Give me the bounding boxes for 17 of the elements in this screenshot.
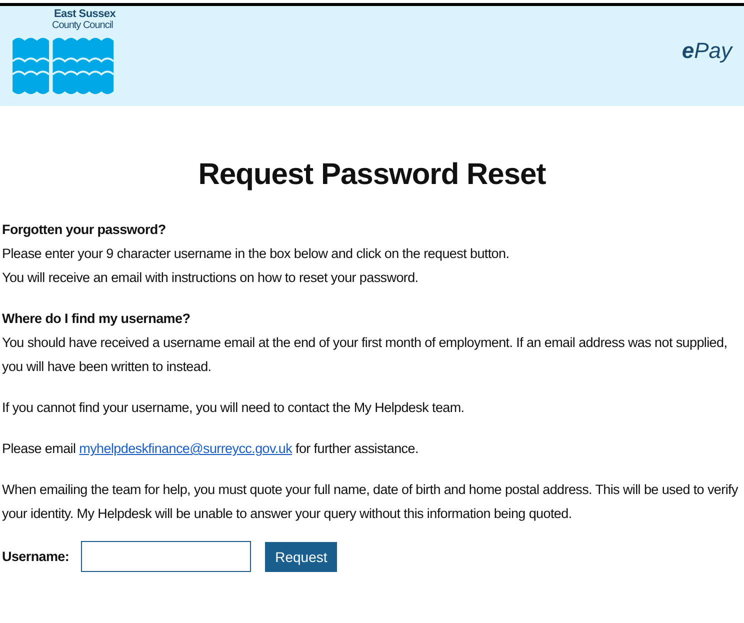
org-subtitle: County Council	[52, 20, 113, 31]
body-text: You will receive an email with instructions on how to reset your password.	[2, 269, 420, 287]
body-text: Please email myhelpdeskfinance@surreycc.gov.uk for further assistance.	[2, 440, 420, 458]
app-name: ePay	[682, 38, 732, 64]
body-text: If you cannot find your username, you will need to contact the My Helpdesk team.	[2, 399, 466, 417]
email-link[interactable]: myhelpdeskfinance@surreycc.gov.uk	[79, 441, 292, 456]
body-text: When emailing the team for help, you must quote your full name, date of birth and home postal address. This will be used to verify your identity. My Helpdesk will be unable to answer your query without this information being quoted.	[2, 481, 739, 523]
request-button[interactable]: Request	[265, 542, 338, 572]
username-label: Username:	[2, 549, 70, 564]
page-title: Request Password Reset	[197, 158, 547, 192]
username-field[interactable]	[81, 541, 252, 572]
body-text: You should have received a username email at the end of your first month of employment. If an email address was not supplied, you will have been written to instead.	[2, 334, 728, 376]
section-heading: Where do I find my username?	[2, 310, 192, 328]
waves-logo-icon	[12, 37, 116, 95]
section-heading: Forgotten your password?	[2, 221, 167, 239]
body-text: Please enter your 9 character username in the box below and click on the request button.	[2, 245, 510, 263]
org-name: East Sussex	[54, 8, 116, 20]
